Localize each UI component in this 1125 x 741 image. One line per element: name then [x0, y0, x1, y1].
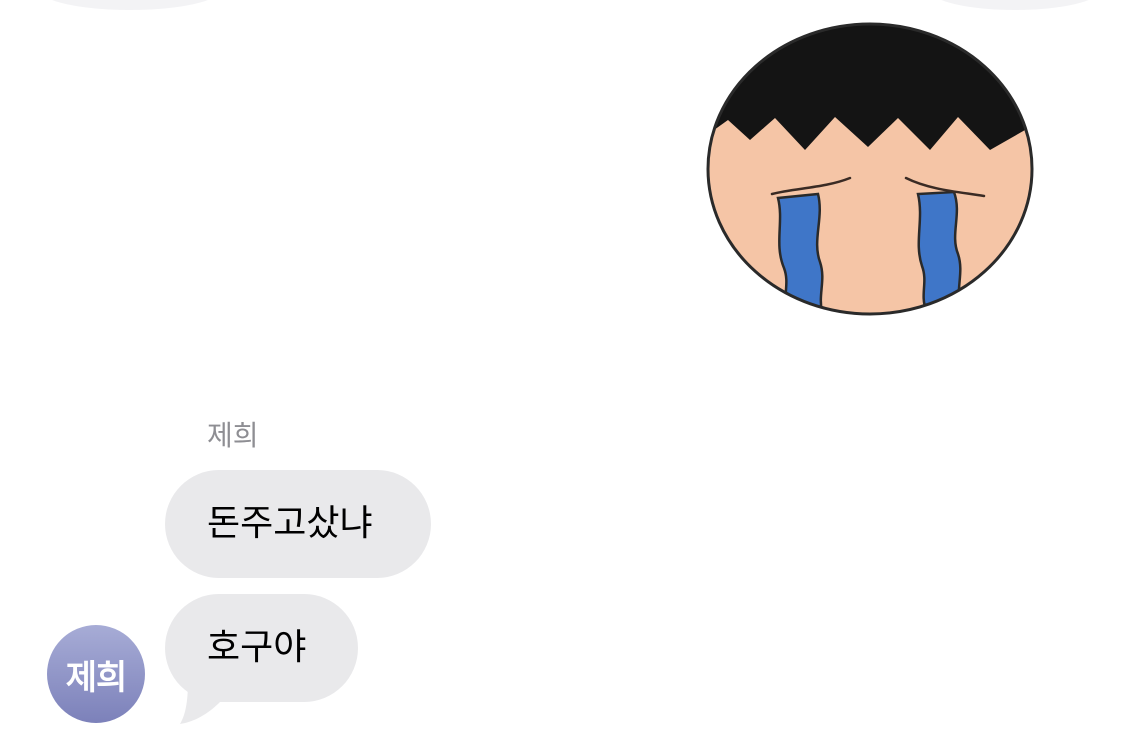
message-bubble[interactable]: 호구야 — [165, 594, 358, 702]
hair — [708, 24, 1032, 154]
avatar-text: 제희 — [65, 657, 128, 698]
previous-message-edge — [40, 0, 220, 10]
avatar[interactable]: 제희 — [47, 625, 145, 723]
sender-name: 제희 — [207, 419, 259, 452]
previous-message-edge — [930, 0, 1100, 10]
crying-face-sticker-icon[interactable] — [700, 22, 1040, 322]
left-tear — [776, 192, 824, 314]
message-text: 돈주고샀냐 — [207, 503, 373, 544]
message-text: 호구야 — [207, 627, 307, 668]
message-bubble[interactable]: 돈주고샀냐 — [165, 470, 431, 578]
